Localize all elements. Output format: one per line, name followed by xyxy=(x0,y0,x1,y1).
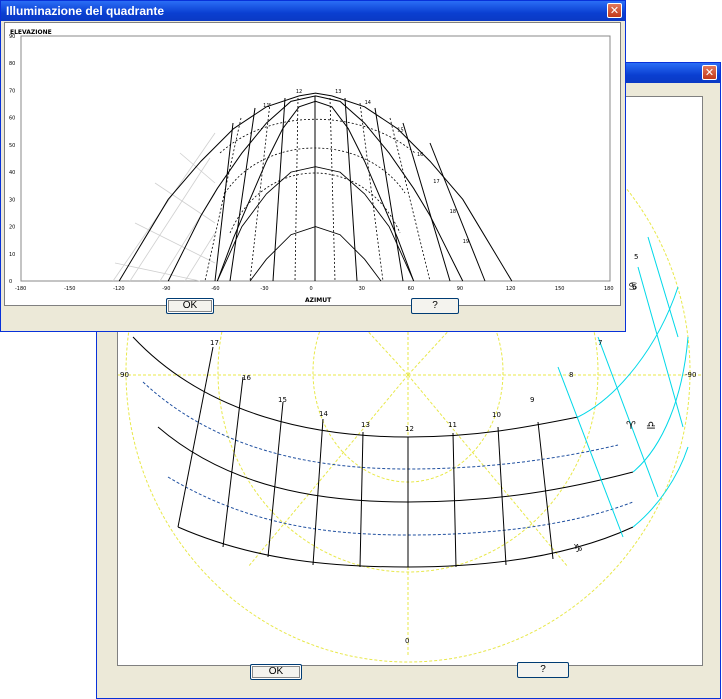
cancer-symbol: ♋ xyxy=(628,280,638,293)
y-tick-label: 40 xyxy=(9,170,15,176)
x-tick-label: -120 xyxy=(113,286,124,292)
label-right-90: -90 xyxy=(685,371,696,379)
hour-label: 12 xyxy=(296,89,302,95)
x-tick-label: 0 xyxy=(310,286,313,292)
radial-line xyxy=(407,374,569,568)
hour-label: 11 xyxy=(263,103,269,109)
hour-label-16: 16 xyxy=(242,374,251,382)
date-line-bottom xyxy=(177,526,634,568)
y-tick-label: 80 xyxy=(9,61,15,67)
y-tick-label: 30 xyxy=(9,197,15,203)
hour-label: 15 xyxy=(397,127,403,133)
x-tick-label: 60 xyxy=(408,286,414,292)
hour-label-12: 12 xyxy=(405,425,414,433)
date-line-top xyxy=(132,336,579,438)
front-help-button[interactable]: ? xyxy=(411,298,459,314)
capricorn-symbol: ♑ xyxy=(573,542,583,555)
hour-label-9: 9 xyxy=(530,396,534,404)
hour-label: 13 xyxy=(335,89,341,95)
hour-line-17 xyxy=(177,346,214,528)
hour-label-11: 11 xyxy=(448,421,457,429)
x-axis-label: AZIMUT xyxy=(305,297,332,304)
x-tick-label: -180 xyxy=(15,286,26,292)
back-help-button[interactable]: ? xyxy=(517,662,569,678)
hour-label-8: 8 xyxy=(569,371,573,379)
front-ok-button[interactable]: OK xyxy=(166,298,214,314)
hour-label-10: 10 xyxy=(492,411,501,419)
illumination-chart: ELEVAZIONE AZIMUT -180 -150 -120 -90 -60 -30 0… xyxy=(9,29,614,304)
front-window-title: Illuminazione del quadrante xyxy=(6,4,165,18)
y-tick-label: 60 xyxy=(9,116,15,122)
hour-label-14: 14 xyxy=(319,410,328,418)
label-left-90: 90 xyxy=(120,371,129,379)
x-tick-label: -60 xyxy=(211,286,219,292)
x-tick-label: -150 xyxy=(64,286,75,292)
y-tick-label: 70 xyxy=(9,88,15,94)
y-tick-label: 10 xyxy=(9,252,15,258)
hour-line-13 xyxy=(359,431,364,568)
hour-label-7: 7 xyxy=(598,339,602,347)
y-axis-label: ELEVAZIONE xyxy=(10,29,52,36)
label-bottom-0: 0 xyxy=(405,637,409,645)
back-close-button[interactable]: ✕ xyxy=(702,65,717,80)
hour-label: 14 xyxy=(365,100,371,106)
front-window: Illuminazione del quadrante ✕ ELEVAZIONE… xyxy=(0,0,626,332)
y-tick-label: 0 xyxy=(9,279,12,285)
hour-line-11 xyxy=(452,432,457,568)
radial-line xyxy=(247,374,409,568)
hour-label: 18 xyxy=(450,209,456,215)
x-tick-label: 150 xyxy=(555,286,565,292)
y-tick-label: 20 xyxy=(9,225,15,231)
hour-label-17: 17 xyxy=(210,339,219,347)
aries-symbol: ♈ xyxy=(626,419,636,432)
y-tick-label: 90 xyxy=(9,34,15,40)
front-window-titlebar[interactable]: Illuminazione del quadrante ✕ xyxy=(1,1,625,21)
x-tick-label: 120 xyxy=(506,286,516,292)
hour-label-13: 13 xyxy=(361,421,370,429)
cyan-hour-4 xyxy=(647,236,679,338)
hour-label: 16 xyxy=(417,152,423,158)
hour-label-15: 15 xyxy=(278,396,287,404)
y-tick-label: 50 xyxy=(9,143,15,149)
hour-label-5: 5 xyxy=(634,253,638,261)
hour-line-10 xyxy=(497,426,507,566)
x-tick-label: -90 xyxy=(162,286,170,292)
front-close-button[interactable]: ✕ xyxy=(607,3,622,18)
cyan-hour-1 xyxy=(557,366,624,538)
chart-panel: ELEVAZIONE AZIMUT -180 -150 -120 -90 -60 -30 0… xyxy=(4,22,621,306)
back-ok-button[interactable]: OK xyxy=(250,664,302,680)
x-tick-label: 30 xyxy=(359,286,365,292)
cyan-curve-3 xyxy=(632,446,689,528)
date-line-dashed-2 xyxy=(167,476,634,536)
x-tick-label: 90 xyxy=(457,286,463,292)
date-line-dashed-1 xyxy=(142,381,619,470)
hour-label: 17 xyxy=(433,179,439,185)
x-tick-label: 180 xyxy=(604,286,614,292)
x-tick-label: -30 xyxy=(260,286,268,292)
hour-line-14 xyxy=(312,418,324,566)
libra-symbol: ♎ xyxy=(646,419,656,432)
hour-label: 19 xyxy=(463,239,469,245)
